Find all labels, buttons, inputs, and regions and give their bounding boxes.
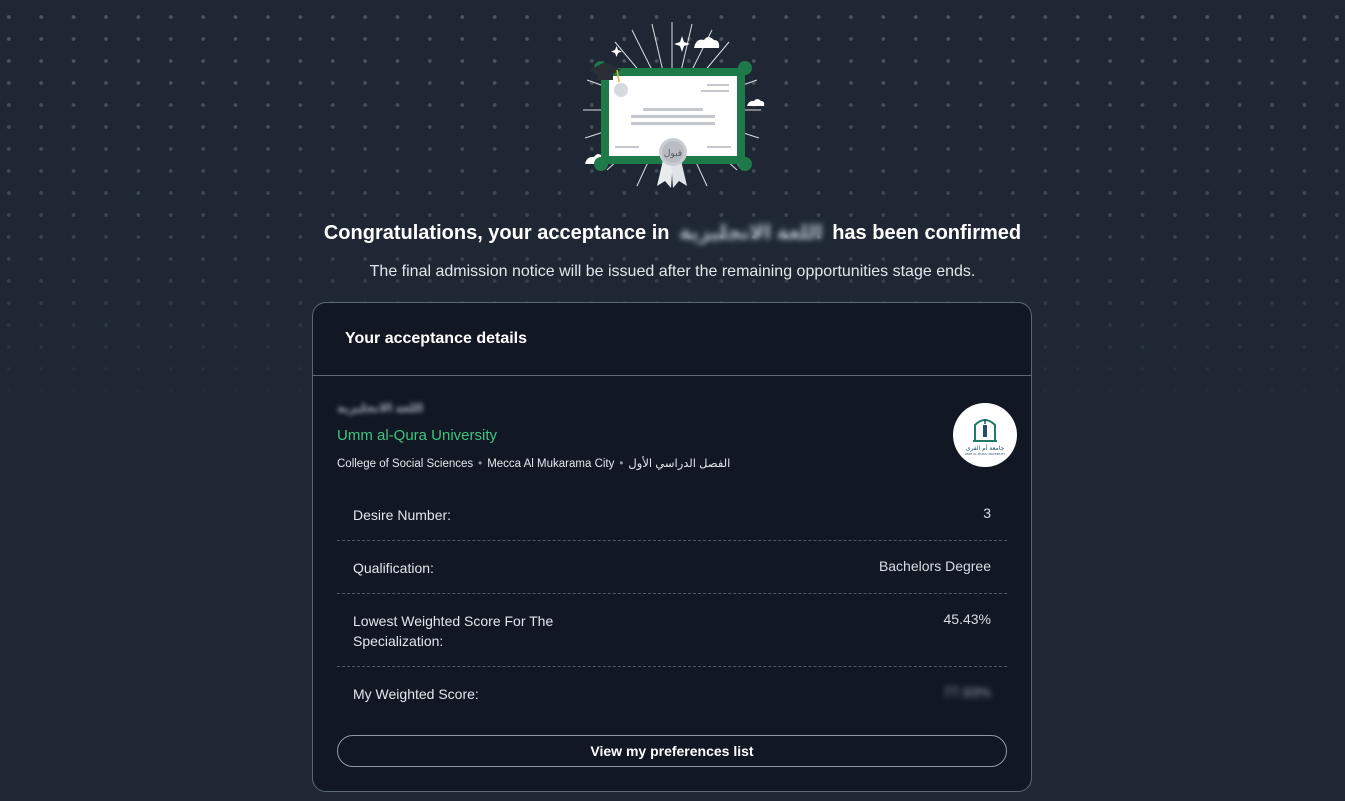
detail-label: Desire Number: (353, 507, 452, 523)
title-text-after: has been confirmed (832, 222, 1022, 244)
detail-label: Lowest Weighted Score For The Specializa… (353, 613, 554, 649)
detail-row-desire-number: Desire Number: 3 (337, 488, 1007, 541)
detail-value: 45.43% (943, 611, 991, 627)
acceptance-meta: College of Social Sciences • Mecca Al Muka… (337, 456, 730, 470)
details-list: Desire Number: 3 Qualification: Bachelor… (337, 488, 1007, 720)
view-preferences-button[interactable]: View my preferences list (337, 735, 1007, 767)
seal-text: قبول (664, 149, 682, 159)
meta-separator: • (619, 458, 624, 470)
certificate-illustration: قبول (577, 20, 767, 190)
logo-text: جامعة أم القرى (965, 444, 1005, 452)
detail-value: 3 (983, 505, 991, 521)
page-title: Congratulations, your acceptance in اللغ… (0, 220, 1345, 245)
detail-row-lowest-score: Lowest Weighted Score For The Specializa… (337, 594, 1007, 667)
semester-name: الفصل الدراسي الأول (628, 458, 731, 470)
blurred-major-name: اللغة الانجليزية (679, 222, 823, 244)
detail-row-qualification: Qualification: Bachelors Degree (337, 541, 1007, 594)
detail-value: Bachelors Degree (878, 558, 991, 574)
logo-subtext: UMM AL-QURA UNIVERSITY (964, 451, 1006, 456)
acceptance-details-card: Your acceptance details اللغة الانجليزية… (312, 302, 1032, 792)
detail-row-my-score: My Weighted Score: 77.93% (337, 667, 1007, 720)
page-subtitle: The final admission notice will be issue… (369, 263, 976, 280)
card-title: Your acceptance details (313, 303, 1031, 376)
title-text-before: Congratulations, your acceptance in (323, 222, 670, 244)
meta-separator: • (478, 458, 483, 470)
university-logo: جامعة أم القرى UMM AL-QURA UNIVERSITY (953, 403, 1017, 467)
blurred-major: اللغة الانجليزية (337, 401, 424, 415)
detail-label: My Weighted Score: (353, 686, 479, 702)
university-emblem-icon (973, 418, 997, 442)
detail-label: Qualification: (353, 560, 434, 576)
college-name: College of Social Sciences (337, 458, 474, 470)
city-name: Mecca Al Mukarama City (487, 458, 615, 470)
university-block: اللغة الانجليزية Umm al-Qura University … (337, 401, 1017, 481)
university-name: Umm al-Qura University (337, 427, 498, 444)
detail-value-blurred: 77.93% (943, 684, 991, 700)
